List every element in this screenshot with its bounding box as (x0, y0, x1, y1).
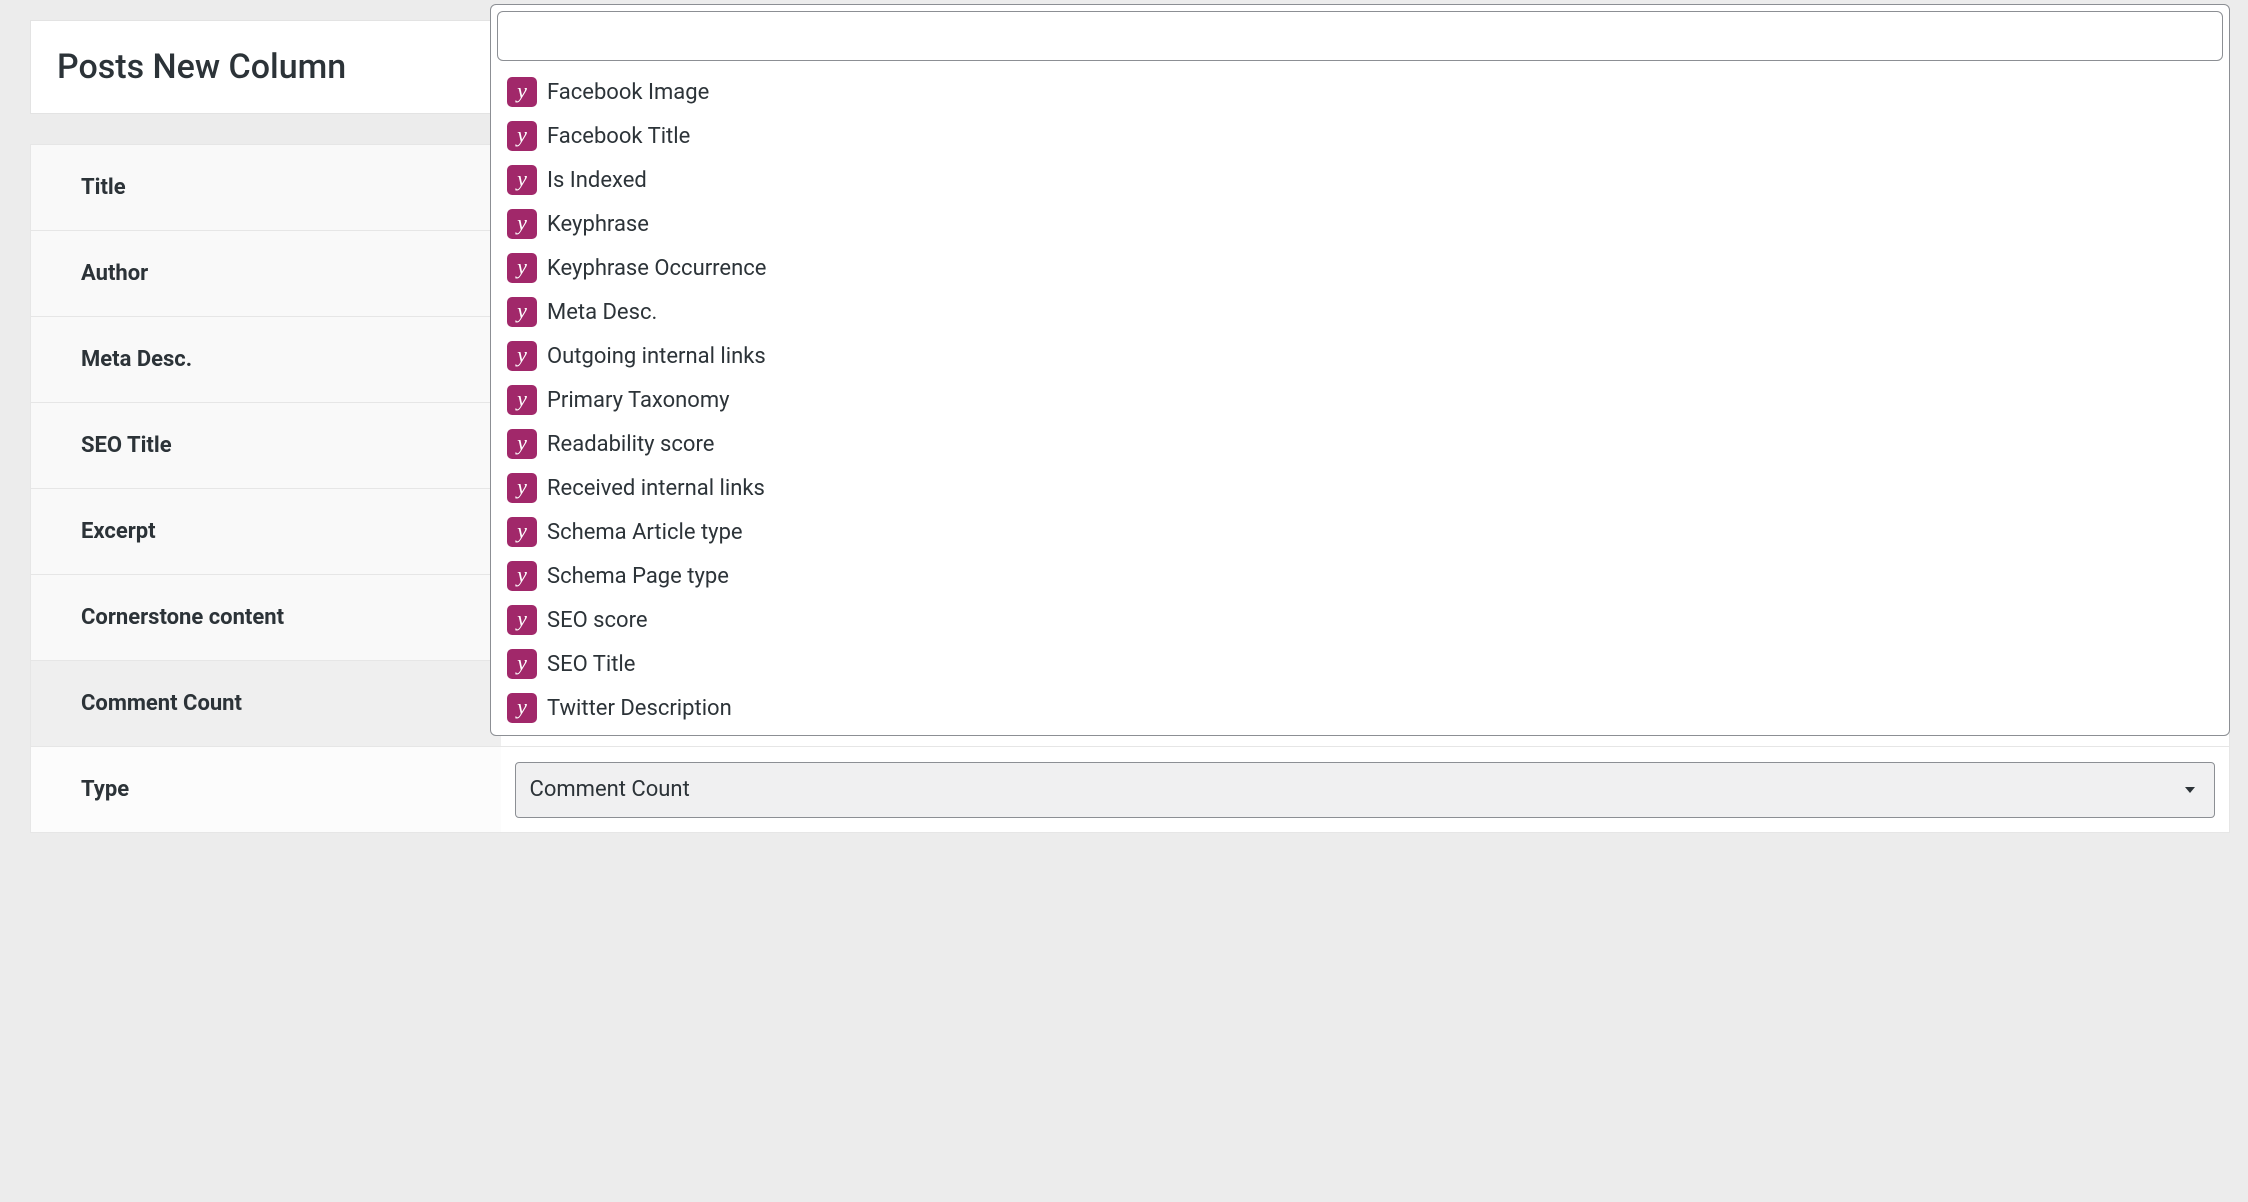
yoast-icon (507, 605, 537, 635)
yoast-icon (507, 121, 537, 151)
dropdown-option-schema-article-type[interactable]: Schema Article type (507, 510, 2213, 554)
chevron-down-icon (2180, 780, 2200, 800)
yoast-icon (507, 341, 537, 371)
dropdown-option-label: Primary Taxonomy (547, 388, 730, 413)
yoast-icon (507, 517, 537, 547)
dropdown-option-label: Meta Desc. (547, 300, 657, 325)
dropdown-option-label: SEO Title (547, 652, 635, 677)
dropdown-option-seo-score[interactable]: SEO score (507, 598, 2213, 642)
dropdown-option-facebook-image[interactable]: Facebook Image (507, 70, 2213, 114)
field-label: Excerpt (31, 489, 501, 575)
field-label: Comment Count (31, 661, 501, 747)
dropdown-option-label: Keyphrase (547, 212, 649, 237)
type-select[interactable]: Comment Count (515, 762, 2216, 818)
yoast-icon (507, 429, 537, 459)
dropdown-option-list[interactable]: Facebook Image Facebook Title Is Indexed… (497, 65, 2223, 729)
field-label: Title (31, 145, 501, 231)
dropdown-option-label: Facebook Title (547, 124, 690, 149)
yoast-icon (507, 473, 537, 503)
dropdown-option-twitter-description[interactable]: Twitter Description (507, 686, 2213, 729)
field-label: SEO Title (31, 403, 501, 489)
dropdown-option-label: Schema Article type (547, 520, 743, 545)
yoast-icon (507, 77, 537, 107)
yoast-icon (507, 297, 537, 327)
dropdown-option-primary-taxonomy[interactable]: Primary Taxonomy (507, 378, 2213, 422)
dropdown-option-label: Twitter Description (547, 696, 732, 721)
field-row-type: Type Comment Count (31, 747, 2230, 833)
yoast-icon (507, 209, 537, 239)
dropdown-option-keyphrase[interactable]: Keyphrase (507, 202, 2213, 246)
dropdown-option-seo-title[interactable]: SEO Title (507, 642, 2213, 686)
type-dropdown-popup: Facebook Image Facebook Title Is Indexed… (490, 4, 2230, 736)
dropdown-option-label: Readability score (547, 432, 714, 457)
dropdown-option-label: Received internal links (547, 476, 765, 501)
type-select-value: Comment Count (530, 777, 690, 802)
yoast-icon (507, 561, 537, 591)
dropdown-option-label: Schema Page type (547, 564, 729, 589)
field-label: Meta Desc. (31, 317, 501, 403)
dropdown-option-facebook-title[interactable]: Facebook Title (507, 114, 2213, 158)
field-label: Type (31, 747, 501, 833)
yoast-icon (507, 253, 537, 283)
dropdown-option-label: Keyphrase Occurrence (547, 256, 766, 281)
dropdown-search-input[interactable] (497, 11, 2223, 61)
yoast-icon (507, 649, 537, 679)
dropdown-option-label: Is Indexed (547, 168, 647, 193)
dropdown-option-readability-score[interactable]: Readability score (507, 422, 2213, 466)
dropdown-option-label: Facebook Image (547, 80, 709, 105)
dropdown-option-label: Outgoing internal links (547, 344, 766, 369)
field-label: Author (31, 231, 501, 317)
dropdown-option-keyphrase-occurrence[interactable]: Keyphrase Occurrence (507, 246, 2213, 290)
dropdown-option-label: SEO score (547, 608, 648, 633)
dropdown-option-received-internal-links[interactable]: Received internal links (507, 466, 2213, 510)
yoast-icon (507, 693, 537, 723)
dropdown-option-is-indexed[interactable]: Is Indexed (507, 158, 2213, 202)
dropdown-option-outgoing-internal-links[interactable]: Outgoing internal links (507, 334, 2213, 378)
type-select-cell: Comment Count (501, 747, 2230, 833)
field-label: Cornerstone content (31, 575, 501, 661)
dropdown-option-meta-desc[interactable]: Meta Desc. (507, 290, 2213, 334)
yoast-icon (507, 165, 537, 195)
yoast-icon (507, 385, 537, 415)
dropdown-option-schema-page-type[interactable]: Schema Page type (507, 554, 2213, 598)
